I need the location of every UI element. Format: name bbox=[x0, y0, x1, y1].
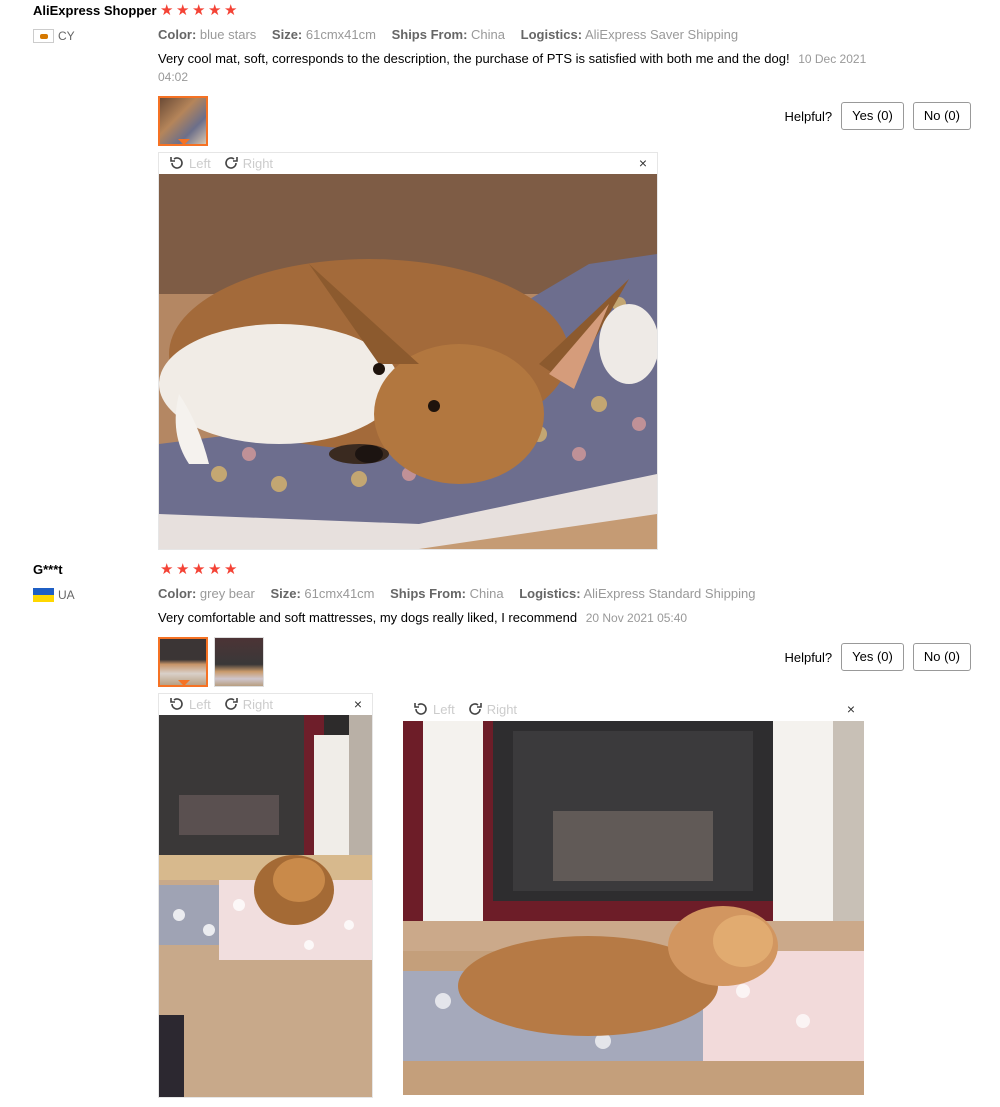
star-icon: ★ bbox=[192, 2, 206, 19]
attr-ships-key: Ships From: bbox=[390, 586, 466, 601]
country-code: CY bbox=[58, 29, 75, 43]
helpful-no-button[interactable]: No (0) bbox=[912, 102, 971, 130]
close-icon[interactable]: × bbox=[639, 155, 647, 171]
helpful-vote: Helpful? Yes (0) No (0) bbox=[784, 102, 971, 130]
review-text: Very comfortable and soft mattresses, my… bbox=[158, 609, 878, 627]
country-code: UA bbox=[58, 588, 75, 602]
rotate-left-icon bbox=[170, 157, 183, 169]
attr-color-key: Color: bbox=[158, 586, 197, 601]
rotate-right-label: Right bbox=[242, 155, 274, 171]
photo-thumbnail[interactable] bbox=[158, 637, 208, 687]
rotate-right-icon bbox=[224, 698, 238, 710]
dogs-by-fireplace-photo bbox=[403, 721, 864, 1095]
attr-logistics-key: Logistics: bbox=[520, 27, 583, 42]
review-date: 20 Nov 2021 05:40 bbox=[585, 611, 688, 625]
review-text: Very cool mat, soft, corresponds to the … bbox=[158, 50, 878, 86]
star-icon: ★ bbox=[192, 561, 206, 578]
attr-color-value: grey bear bbox=[199, 586, 255, 601]
attr-size-value: 61cmx41cm bbox=[305, 27, 376, 42]
dog-on-mat-photo bbox=[159, 174, 657, 549]
review-body: Very cool mat, soft, corresponds to the … bbox=[158, 51, 790, 66]
helpful-yes-button[interactable]: Yes (0) bbox=[841, 643, 904, 671]
reviewer-country: UA bbox=[33, 588, 75, 602]
helpful-vote: Helpful? Yes (0) No (0) bbox=[784, 643, 971, 671]
review-photo bbox=[159, 715, 372, 1097]
star-icon: ★ bbox=[176, 2, 190, 19]
rotate-left-label: Left bbox=[189, 696, 211, 712]
attr-ships-value: China bbox=[469, 586, 504, 601]
review-photo bbox=[403, 721, 864, 1095]
rotate-left-button[interactable]: Left bbox=[169, 696, 211, 712]
rotate-right-button[interactable]: Right bbox=[223, 696, 273, 712]
star-icon: ★ bbox=[176, 561, 190, 578]
attr-ships-value: China bbox=[471, 27, 506, 42]
star-icon: ★ bbox=[224, 2, 238, 19]
rotate-left-label: Left bbox=[189, 155, 211, 171]
attr-size-value: 61cmx41cm bbox=[304, 586, 375, 601]
photo-thumbnails bbox=[158, 96, 208, 146]
star-icon: ★ bbox=[160, 561, 174, 578]
rotate-left-icon bbox=[170, 698, 183, 710]
rotate-left-label: Left bbox=[433, 701, 455, 717]
star-rating: ★ ★ ★ ★ ★ bbox=[160, 561, 238, 578]
reviewer-country: CY bbox=[33, 29, 75, 43]
rotate-left-button[interactable]: Left bbox=[413, 701, 455, 717]
rotate-right-label: Right bbox=[486, 701, 518, 717]
attr-ships-key: Ships From: bbox=[391, 27, 468, 42]
reviewer-name: AliExpress Shopper bbox=[33, 3, 157, 18]
review-photo bbox=[159, 174, 657, 549]
helpful-label: Helpful? bbox=[784, 649, 833, 665]
reviewer-name: G***t bbox=[33, 562, 63, 577]
star-icon: ★ bbox=[208, 2, 222, 19]
rotate-right-icon bbox=[224, 157, 238, 169]
rotate-left-icon bbox=[414, 703, 427, 715]
rotate-right-icon bbox=[468, 703, 482, 715]
viewer-toolbar: Left Right bbox=[159, 153, 657, 173]
helpful-yes-button[interactable]: Yes (0) bbox=[841, 102, 904, 130]
star-icon: ★ bbox=[208, 561, 222, 578]
attr-size-key: Size: bbox=[271, 27, 303, 42]
star-icon: ★ bbox=[160, 2, 174, 19]
photo-thumbnail[interactable] bbox=[158, 96, 208, 146]
star-rating: ★ ★ ★ ★ ★ bbox=[160, 2, 238, 19]
close-icon[interactable]: × bbox=[354, 696, 362, 712]
attr-size-key: Size: bbox=[270, 586, 301, 601]
attr-logistics-key: Logistics: bbox=[519, 586, 581, 601]
close-icon[interactable]: × bbox=[847, 701, 855, 717]
viewer-toolbar: Left Right bbox=[403, 699, 865, 719]
ukraine-flag-icon bbox=[33, 588, 54, 602]
photo-viewer: Left Right × bbox=[158, 152, 658, 550]
attr-color-key: Color: bbox=[158, 27, 197, 42]
attr-logistics-value: AliExpress Standard Shipping bbox=[583, 586, 756, 601]
cyprus-flag-icon bbox=[33, 29, 54, 43]
helpful-label: Helpful? bbox=[784, 108, 833, 124]
photo-viewer-secondary: Left Right × bbox=[403, 699, 865, 1097]
photo-viewer: Left Right × bbox=[158, 693, 373, 1098]
star-icon: ★ bbox=[224, 561, 238, 578]
rotate-left-button[interactable]: Left bbox=[169, 155, 211, 171]
photo-thumbnails bbox=[158, 637, 264, 687]
helpful-no-button[interactable]: No (0) bbox=[912, 643, 971, 671]
order-attributes: Color: blue stars Size: 61cmx41cm Ships … bbox=[158, 27, 750, 42]
rotate-right-button[interactable]: Right bbox=[467, 701, 517, 717]
rotate-right-label: Right bbox=[242, 696, 274, 712]
order-attributes: Color: grey bear Size: 61cmx41cm Ships F… bbox=[158, 586, 768, 601]
dog-by-fireplace-photo bbox=[159, 715, 372, 1097]
viewer-toolbar: Left Right bbox=[159, 694, 372, 714]
attr-color-value: blue stars bbox=[199, 27, 257, 42]
photo-thumbnail[interactable] bbox=[214, 637, 264, 687]
rotate-right-button[interactable]: Right bbox=[223, 155, 273, 171]
review-body: Very comfortable and soft mattresses, my… bbox=[158, 610, 578, 625]
attr-logistics-value: AliExpress Saver Shipping bbox=[584, 27, 739, 42]
